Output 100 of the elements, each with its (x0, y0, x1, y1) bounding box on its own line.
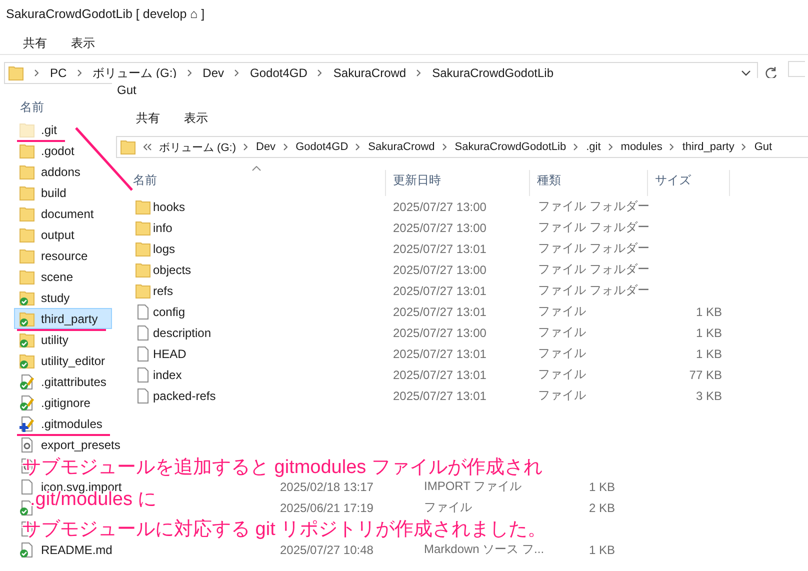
date-cell: 2025/07/27 13:00 (393, 200, 486, 214)
file-name: icon.svg.import (41, 480, 122, 494)
file-name: .godot (41, 144, 74, 158)
column-header[interactable]: 種類 (530, 170, 648, 196)
column-header[interactable]: サイズ (648, 170, 730, 196)
search-field[interactable] (788, 61, 805, 77)
window-title: SakuraCrowdGodotLib [ develop ⌂ ] (5, 6, 206, 23)
date-cell: 2025/07/27 13:00 (393, 326, 486, 340)
file-row[interactable]: addons (14, 161, 112, 182)
date-cell: 2025/02/18 13:17 (280, 480, 374, 494)
date-cell: 2025/07/27 13:01 (393, 346, 486, 360)
type-cell: ファイル フォルダー (538, 199, 650, 213)
type-cell: ファイル (538, 304, 586, 318)
chevron-icon (186, 69, 193, 77)
file-row[interactable]: .gitignore (14, 392, 112, 413)
chevron-icon (243, 143, 249, 151)
file-row[interactable]: .git (14, 119, 112, 140)
file-name: document (41, 206, 94, 220)
file-name: info (153, 220, 172, 234)
date-cell: 2025/07/27 13:01 (393, 388, 486, 402)
chevron-icon (355, 143, 362, 151)
file-row[interactable]: study (14, 287, 112, 308)
ribbon-tab[interactable]: 表示 (184, 110, 208, 126)
caption-text: サブモジュールを追加すると gitmodules ファイルが作成され (22, 456, 542, 480)
breadcrumb[interactable]: ボリューム (G:) (159, 140, 236, 154)
breadcrumb[interactable]: Godot4GD (250, 66, 308, 80)
file-name: output (41, 228, 74, 242)
file-row[interactable]: resource (14, 245, 112, 266)
date-cell: 2025/07/27 13:00 (393, 262, 486, 276)
breadcrumb[interactable]: Godot4GD (296, 141, 348, 153)
type-cell: ファイル (538, 346, 586, 360)
date-cell: 2025/07/27 10:48 (280, 542, 374, 556)
breadcrumb[interactable]: Gut (754, 141, 772, 153)
chevron-icon (34, 69, 40, 77)
file-row[interactable]: export_presets (14, 434, 126, 455)
date-cell: 2025/07/27 13:01 (393, 368, 486, 382)
size-cell: 1 KB (696, 326, 722, 340)
file-row[interactable]: .gitmodules (14, 413, 112, 434)
file-row[interactable]: scene (14, 266, 112, 287)
breadcrumb[interactable]: Dev (256, 141, 276, 153)
chevron-icon (416, 69, 422, 77)
breadcrumb[interactable]: PC (50, 66, 67, 80)
chevron-icon (608, 143, 614, 151)
file-name: HEAD (153, 346, 186, 360)
file-row[interactable]: document (14, 203, 112, 224)
breadcrumb[interactable]: modules (620, 141, 662, 153)
type-cell: ファイル (538, 367, 586, 381)
date-cell: 2025/07/27 13:00 (393, 220, 486, 234)
chevron-icon (234, 69, 240, 77)
file-row[interactable]: utility_editor (14, 350, 112, 371)
caption-text: サブモジュールに対応する git リポジトリが作成されました。 (22, 518, 547, 542)
size-cell: 1 KB (588, 480, 615, 494)
size-cell: 77 KB (689, 368, 722, 382)
type-cell: Markdown ソース フ... (424, 542, 544, 556)
file-name: utility (41, 332, 68, 346)
file-row[interactable]: README.md 2025/07/27 10:48 Markdown ソース フ... 1 KB (14, 539, 624, 560)
breadcrumb[interactable]: Dev (202, 66, 224, 80)
breadcrumb[interactable]: third_party (682, 141, 734, 153)
file-row[interactable]: build (14, 182, 112, 203)
file-name: scene (41, 270, 74, 284)
breadcrumb[interactable]: .git (586, 141, 601, 153)
file-name: .gitignore (41, 396, 90, 410)
file-row[interactable]: output (14, 224, 112, 245)
chevron-icon (741, 143, 748, 151)
type-cell: ファイル (538, 325, 586, 339)
ribbon-tab[interactable]: 表示 (71, 32, 95, 54)
type-cell: ファイル フォルダー (538, 283, 650, 297)
type-cell: IMPORT ファイル (424, 479, 522, 493)
type-cell: ファイル (424, 500, 472, 514)
chevron-icon (282, 143, 289, 151)
ribbon-tab[interactable]: 共有 (136, 110, 160, 126)
column-header[interactable]: 名前 (20, 100, 44, 114)
file-name: hooks (153, 200, 186, 214)
breadcrumb[interactable]: SakuraCrowdGodotLib (432, 66, 554, 80)
breadcrumb[interactable]: SakuraCrowdGodotLib (454, 141, 566, 153)
file-name: export_presets (41, 438, 120, 452)
column-header[interactable]: 更新日時 (386, 170, 530, 196)
dropdown-icon (741, 70, 751, 76)
column-header[interactable]: 名前 (126, 170, 386, 196)
type-cell: ファイル フォルダー (538, 262, 650, 276)
date-cell: 2025/07/27 13:01 (393, 284, 486, 298)
file-name: README.md (41, 542, 112, 556)
chevron-icon (317, 69, 324, 77)
refresh-icon (764, 66, 778, 80)
type-cell: ファイル (538, 388, 586, 402)
file-row[interactable]: .godot (14, 140, 112, 161)
file-row[interactable]: .gitattributes (14, 371, 112, 392)
file-name: third_party (41, 312, 98, 326)
address-bar[interactable]: ボリューム (G:) Dev Godot4GD SakuraCrowd SakuraCrowdGodotLib .git modules third_party Gut (116, 136, 808, 158)
ribbon-tab[interactable]: 共有 (23, 32, 47, 54)
folder-icon (120, 139, 136, 155)
file-name: description (153, 326, 212, 340)
type-cell: ファイル フォルダー (538, 220, 650, 234)
file-name: packed-refs (153, 388, 216, 402)
file-name: logs (153, 242, 176, 256)
file-row[interactable]: third_party (14, 308, 112, 329)
breadcrumb[interactable]: SakuraCrowd (368, 141, 435, 153)
breadcrumb[interactable]: SakuraCrowd (333, 66, 406, 80)
file-name: .gitattributes (41, 374, 106, 388)
file-row[interactable]: utility (14, 329, 112, 350)
